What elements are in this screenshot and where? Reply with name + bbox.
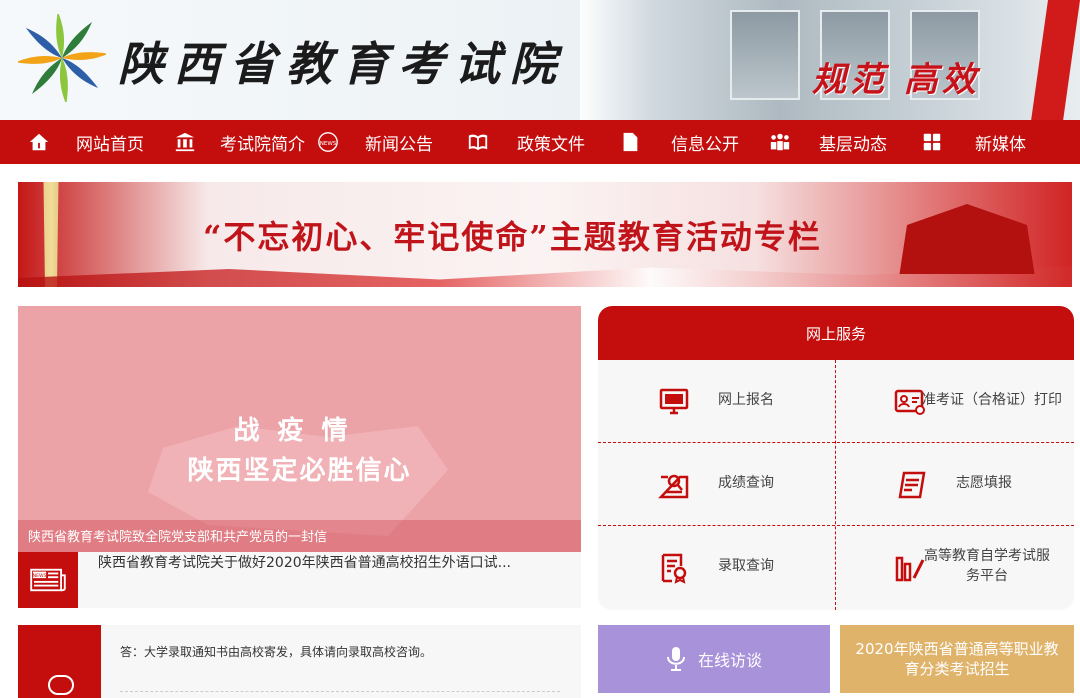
chat-bubble-icon	[48, 675, 74, 695]
service-self-study-platform[interactable]: 高等教育自学考试服务平台	[836, 526, 1073, 609]
nav-label: 新媒体	[975, 134, 1026, 155]
nav-item-local[interactable]: 基层动态	[769, 120, 887, 164]
service-label: 准考证（合格证）打印	[922, 392, 1062, 408]
nav-item-policy[interactable]: 政策文件	[467, 120, 585, 164]
nav-item-disclosure[interactable]: 信息公开	[619, 120, 739, 164]
nav-label: 信息公开	[671, 134, 739, 155]
nav-label: 新闻公告	[365, 134, 433, 155]
people-icon	[769, 131, 791, 153]
service-label: 高等教育自学考试服务平台	[924, 548, 1050, 584]
service-label: 录取查询	[718, 558, 774, 574]
banner-title: “不忘初心、牢记使命”主题教育活动专栏	[203, 218, 822, 256]
nav-item-news[interactable]: NEWS 新闻公告	[317, 120, 433, 164]
service-score-query[interactable]: 成绩查询	[598, 443, 835, 526]
site-logo-icon[interactable]	[15, 11, 109, 105]
main-nav: 网站首页 考试院简介 NEWS 新闻公告 政策文件 信息公开 基层动态 新媒体	[0, 120, 1080, 164]
vocational-recruit-button[interactable]: 2020年陕西省普通高等职业教育分类考试招生	[840, 625, 1074, 693]
news-headline[interactable]: 陕西省教育考试院关于做好2020年陕西省普通高校招生外语口试...	[98, 552, 511, 572]
theme-banner[interactable]: “不忘初心、牢记使命”主题教育活动专栏	[18, 182, 1072, 287]
tiananmen-graphic	[899, 204, 1035, 274]
grid-icon	[921, 131, 943, 153]
nav-label: 网站首页	[76, 134, 144, 155]
nav-label: 基层动态	[819, 134, 887, 155]
nav-item-home[interactable]: 网站首页	[28, 120, 144, 164]
huabiao-pillar-graphic	[43, 182, 59, 287]
service-admission-ticket-print[interactable]: 准考证（合格证）打印	[836, 360, 1073, 443]
recruit-label: 2020年陕西省普通高等职业教育分类考试招生	[855, 640, 1059, 678]
admission-icon	[658, 552, 690, 584]
interview-label: 在线访谈	[697, 651, 762, 670]
service-label: 志愿填报	[956, 475, 1012, 491]
header-slogan: 规范 高效	[812, 60, 980, 100]
service-admission-query[interactable]: 录取查询	[598, 526, 835, 609]
service-grid: 网上报名 准考证（合格证）打印 成绩查询 志愿填报 录取查询 高等教育自学考试服…	[598, 360, 1074, 610]
nav-label: 考试院简介	[220, 134, 305, 155]
slider-subheadline: 陕西坚定必胜信心	[187, 456, 412, 486]
nav-label: 政策文件	[517, 134, 585, 155]
svg-text:NEWS: NEWS	[33, 573, 47, 579]
pen-icon	[896, 469, 928, 501]
nav-item-media[interactable]: 新媒体	[921, 120, 1026, 164]
document-icon	[619, 131, 641, 153]
service-application-fill[interactable]: 志愿填报	[836, 443, 1073, 526]
service-label: 网上报名	[718, 392, 774, 408]
slider-caption[interactable]: 陕西省教育考试院致全院党支部和共产党员的一封信	[18, 520, 581, 556]
header-red-stripe	[1031, 0, 1080, 120]
qa-badge	[18, 625, 101, 698]
divider	[120, 691, 560, 692]
service-online-registration[interactable]: 网上报名	[598, 360, 835, 443]
score-icon	[658, 469, 690, 501]
service-label: 成绩查询	[718, 475, 774, 491]
slider-headline: 战疫情	[233, 416, 366, 446]
news-icon: NEWS	[317, 131, 339, 153]
institution-icon	[174, 131, 196, 153]
news-list-item[interactable]: NEWS 陕西省教育考试院关于做好2020年陕西省普通高校招生外语口试...	[18, 552, 581, 608]
qa-section: 答：大学录取通知书由高校寄发，具体请向录取高校咨询。	[18, 625, 581, 698]
newspaper-icon: NEWS	[18, 552, 78, 608]
building-window	[730, 10, 800, 100]
online-service-panel: 网上服务 网上报名 准考证（合格证）打印 成绩查询 志愿填报 录取查询 高等教育…	[598, 306, 1074, 610]
site-title[interactable]: 陕西省教育考试院	[118, 28, 566, 94]
news-slider[interactable]: 战疫情 陕西坚定必胜信心 陕西省教育考试院致全院党支部和共产党员的一封信	[18, 306, 581, 556]
service-panel-title: 网上服务	[598, 306, 1074, 360]
site-header: 陕西省教育考试院 规范 高效	[0, 0, 1080, 120]
monitor-icon	[658, 386, 690, 418]
book-icon	[467, 131, 489, 153]
nav-item-about[interactable]: 考试院简介	[174, 120, 305, 164]
svg-text:NEWS: NEWS	[320, 141, 337, 147]
home-icon	[28, 131, 50, 153]
qa-answer[interactable]: 答：大学录取通知书由高校寄发，具体请向录取高校咨询。	[120, 643, 432, 660]
online-interview-button[interactable]: 在线访谈	[598, 625, 830, 693]
microphone-icon	[666, 647, 685, 671]
